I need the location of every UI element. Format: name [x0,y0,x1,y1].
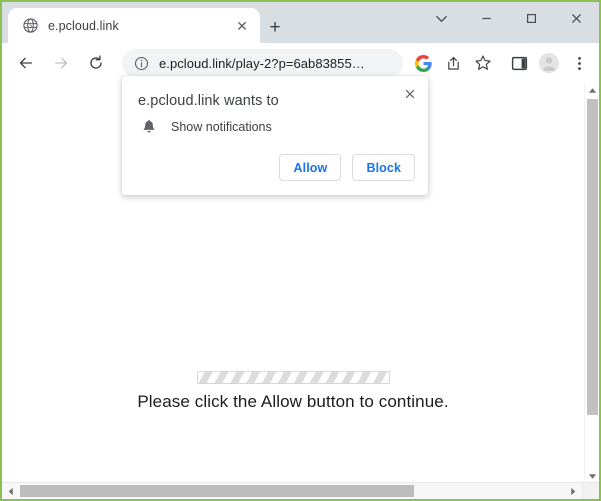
back-button[interactable] [11,48,41,78]
block-button[interactable]: Block [352,154,415,181]
dialog-close-icon[interactable] [398,82,422,106]
address-bar[interactable]: e.pcloud.link/play-2?p=6ab83855… [122,49,403,77]
dialog-buttons: Allow Block [279,154,415,181]
scroll-left-arrow[interactable] [2,483,19,499]
page-center-block: Please click the Allow button to continu… [2,371,584,412]
profile-avatar-icon[interactable] [535,49,563,77]
close-window-icon[interactable] [554,2,599,34]
bell-icon [140,118,158,136]
notification-permission-dialog: e.pcloud.link wants to Show notification… [122,76,428,195]
side-panel-icon[interactable] [505,49,533,77]
window-controls [419,2,599,43]
url-text: e.pcloud.link/play-2?p=6ab83855… [159,55,365,71]
dialog-permission-label: Show notifications [171,120,272,134]
bookmark-star-icon[interactable] [469,49,497,77]
browser-tab[interactable]: e.pcloud.link ✕ [8,8,260,43]
reload-button[interactable] [81,48,111,78]
globe-icon [22,17,39,34]
vertical-scroll-thumb[interactable] [587,99,598,415]
browser-window: e.pcloud.link ✕ + e.pcloud.link/play-2?p… [0,0,601,501]
striped-progress-bar [196,371,390,384]
tab-strip: e.pcloud.link ✕ + [2,2,599,43]
share-icon[interactable] [439,49,467,77]
page-message: Please click the Allow button to continu… [137,392,449,411]
forward-button[interactable] [46,48,76,78]
chevron-down-icon[interactable] [419,2,464,34]
horizontal-scroll-thumb[interactable] [20,485,414,497]
scroll-right-arrow[interactable] [565,483,582,499]
maximize-icon[interactable] [509,2,554,34]
tab-title: e.pcloud.link [48,18,119,33]
google-lens-icon[interactable] [409,49,437,77]
tab-close-icon[interactable]: ✕ [232,16,252,36]
scrollbar-corner [582,482,599,499]
dialog-permission-row: Show notifications [140,118,272,136]
info-circle-icon[interactable] [132,54,150,72]
dialog-title: e.pcloud.link wants to [138,93,279,109]
minimize-icon[interactable] [464,2,509,34]
toolbar-icons [409,49,599,77]
more-menu-icon[interactable] [565,49,593,77]
allow-button[interactable]: Allow [279,154,342,181]
new-tab-button[interactable]: + [262,14,288,40]
vertical-scrollbar[interactable] [584,83,599,484]
scroll-up-arrow[interactable] [585,83,599,98]
horizontal-scrollbar[interactable] [2,482,599,499]
